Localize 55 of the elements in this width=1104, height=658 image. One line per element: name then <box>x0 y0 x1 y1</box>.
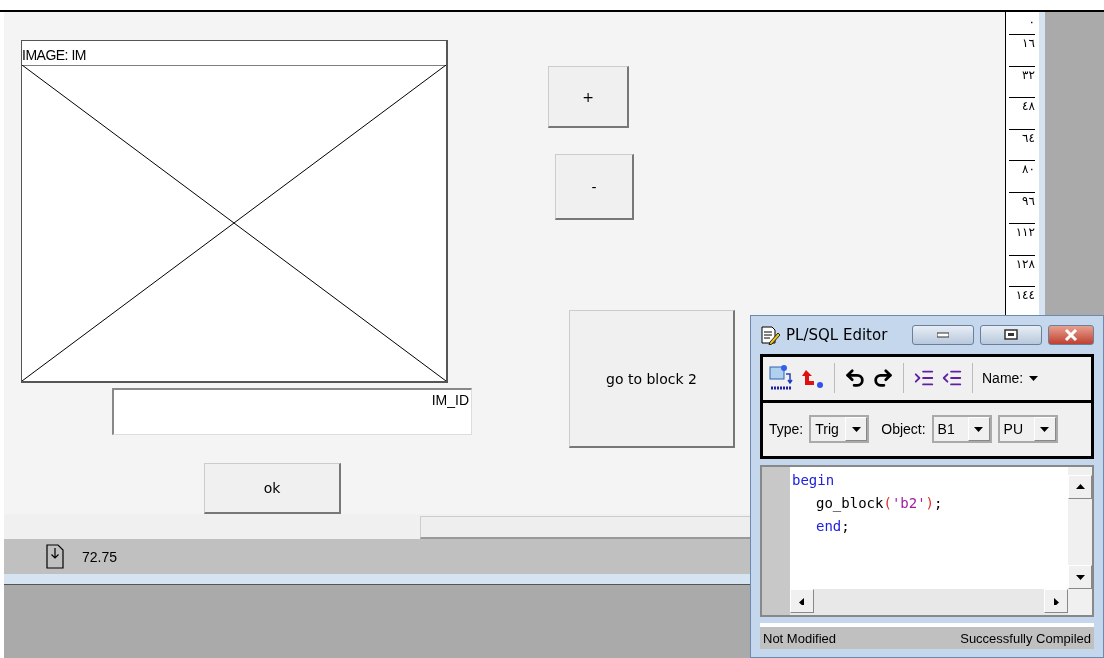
maximize-button[interactable] <box>980 324 1042 345</box>
right-arrow-icon <box>1051 597 1061 605</box>
ruler-mark: ٣٢ <box>1009 65 1035 97</box>
edit-document-icon <box>760 324 780 345</box>
document-icon <box>46 544 64 569</box>
dropdown-arrow-icon <box>851 425 861 433</box>
status-value: 72.75 <box>82 548 118 565</box>
ruler-mark: ١٢٨ <box>1009 254 1035 286</box>
dropdown-arrow-icon <box>1029 374 1039 382</box>
scroll-right-button[interactable] <box>1044 589 1068 614</box>
ruler-mark: ٠ <box>1027 14 1035 31</box>
up-arrow-icon <box>1075 483 1085 491</box>
minimize-button[interactable] <box>912 324 974 345</box>
text-item-label: IM_ID <box>431 392 469 408</box>
scroll-left-button[interactable] <box>790 589 814 614</box>
dropdown-arrow-icon <box>974 425 984 433</box>
down-arrow-icon <box>1075 573 1085 581</box>
close-icon <box>1064 328 1078 341</box>
type-dropdown[interactable]: Trig <box>809 415 870 444</box>
form-button[interactable]: - <box>555 154 634 220</box>
code-line: go_block('b2'); <box>815 493 944 514</box>
form-button[interactable]: ok <box>204 463 341 514</box>
ruler-mark: ١٦ <box>1009 34 1035 66</box>
redo-icon[interactable] <box>872 367 894 390</box>
name-label: Name: <box>982 370 1024 387</box>
image-item-label: IMAGE: IM <box>22 47 86 63</box>
ruler-mark: ٤٨ <box>1009 97 1035 129</box>
window-title: PL/SQL Editor <box>786 325 889 344</box>
vertical-scrollbar[interactable] <box>1068 466 1092 616</box>
compile-status: Successfully Compiled <box>960 630 1091 646</box>
modified-status: Not Modified <box>763 630 836 646</box>
code-line: end; <box>815 516 851 536</box>
left-arrow-icon <box>797 597 807 605</box>
unit-dropdown[interactable]: PU <box>997 415 1058 444</box>
compile-icon[interactable] <box>769 364 795 393</box>
ruler-mark: ١١٢ <box>1009 223 1035 255</box>
ruler-mark: ٦٤ <box>1009 128 1035 160</box>
dropdown-arrow-icon <box>1040 425 1050 433</box>
maximize-icon <box>1004 329 1018 341</box>
text-item[interactable]: IM_ID <box>112 388 472 435</box>
close-button[interactable] <box>1048 324 1094 345</box>
minimize-icon <box>937 331 949 338</box>
horizontal-scrollbar[interactable] <box>790 589 1068 616</box>
ruler-mark: ٨٠ <box>1009 160 1035 192</box>
object-label: Object: <box>881 421 926 438</box>
form-button[interactable]: + <box>548 66 629 128</box>
undo-icon[interactable] <box>844 367 866 390</box>
scroll-up-button[interactable] <box>1068 474 1092 499</box>
type-label: Type: <box>769 421 804 438</box>
ruler-mark: ٩٦ <box>1009 191 1035 223</box>
object-dropdown[interactable]: B1 <box>931 415 992 444</box>
scroll-down-button[interactable] <box>1068 565 1092 590</box>
horizontal-scrollbar[interactable] <box>420 516 752 539</box>
code-line: begin <box>792 470 836 490</box>
form-button[interactable]: go to block 2 <box>569 310 735 448</box>
